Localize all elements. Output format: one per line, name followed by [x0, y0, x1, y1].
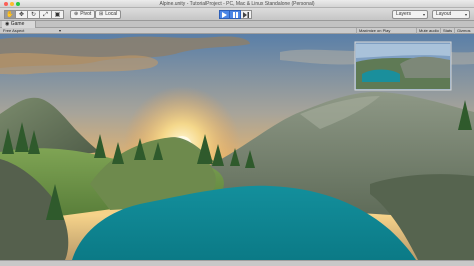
game-tab-label: Game	[10, 21, 25, 27]
pivot-label: Pivot	[80, 11, 92, 17]
playback-controls	[219, 10, 252, 19]
game-viewport[interactable]	[0, 34, 474, 260]
step-icon	[243, 11, 249, 18]
play-button[interactable]	[219, 10, 230, 19]
step-button[interactable]	[241, 10, 252, 19]
main-toolbar: ✋ ✥ ↻ ⤢ ▣ ⊕ Pivot ⊞ Local Layers ▾ Layou…	[0, 8, 474, 21]
hand-tool-icon: ✋	[6, 11, 14, 18]
window-title: Alpine.unity - TutorialProject - PC, Mac…	[159, 1, 315, 7]
rotate-tool-icon: ↻	[30, 11, 37, 18]
transform-tools: ✋ ✥ ↻ ⤢ ▣	[4, 10, 64, 19]
local-space-icon: ⊞	[99, 11, 104, 17]
chevron-down-icon: ▾	[422, 12, 425, 17]
play-icon	[222, 11, 227, 18]
local-toggle-button[interactable]: ⊞ Local	[95, 10, 122, 19]
layout-dropdown[interactable]: Layout ▾	[432, 10, 470, 19]
layers-label: Layers	[396, 11, 412, 17]
aspect-value: Free Aspect	[3, 28, 25, 33]
local-label: Local	[105, 11, 118, 17]
status-bar	[0, 260, 474, 266]
game-tab-bar: ◉ Game	[0, 21, 474, 28]
scale-tool-icon: ⤢	[43, 11, 48, 18]
pivot-toggle-button[interactable]: ⊕ Pivot	[70, 10, 96, 19]
rect-tool-button[interactable]: ▣	[52, 10, 64, 19]
chevron-down-icon: ▾	[464, 12, 467, 17]
game-tab-icon: ◉	[5, 21, 10, 27]
pivot-icon: ⊕	[74, 11, 79, 17]
hand-tool-button[interactable]: ✋	[4, 10, 16, 19]
pause-icon	[232, 11, 238, 18]
window-titlebar: Alpine.unity - TutorialProject - PC, Mac…	[0, 0, 474, 8]
rect-tool-icon: ▣	[54, 11, 61, 18]
move-tool-button[interactable]: ✥	[16, 10, 28, 19]
layers-dropdown[interactable]: Layers ▾	[392, 10, 428, 19]
pause-button[interactable]	[230, 10, 241, 19]
move-tool-icon: ✥	[18, 11, 25, 18]
scale-tool-button[interactable]: ⤢	[40, 10, 52, 19]
minimap-overlay	[354, 41, 452, 91]
layout-label: Layout	[436, 11, 452, 17]
rotate-tool-button[interactable]: ↻	[28, 10, 40, 19]
tab-game[interactable]: ◉ Game	[2, 21, 36, 28]
landscape-render	[0, 34, 474, 260]
